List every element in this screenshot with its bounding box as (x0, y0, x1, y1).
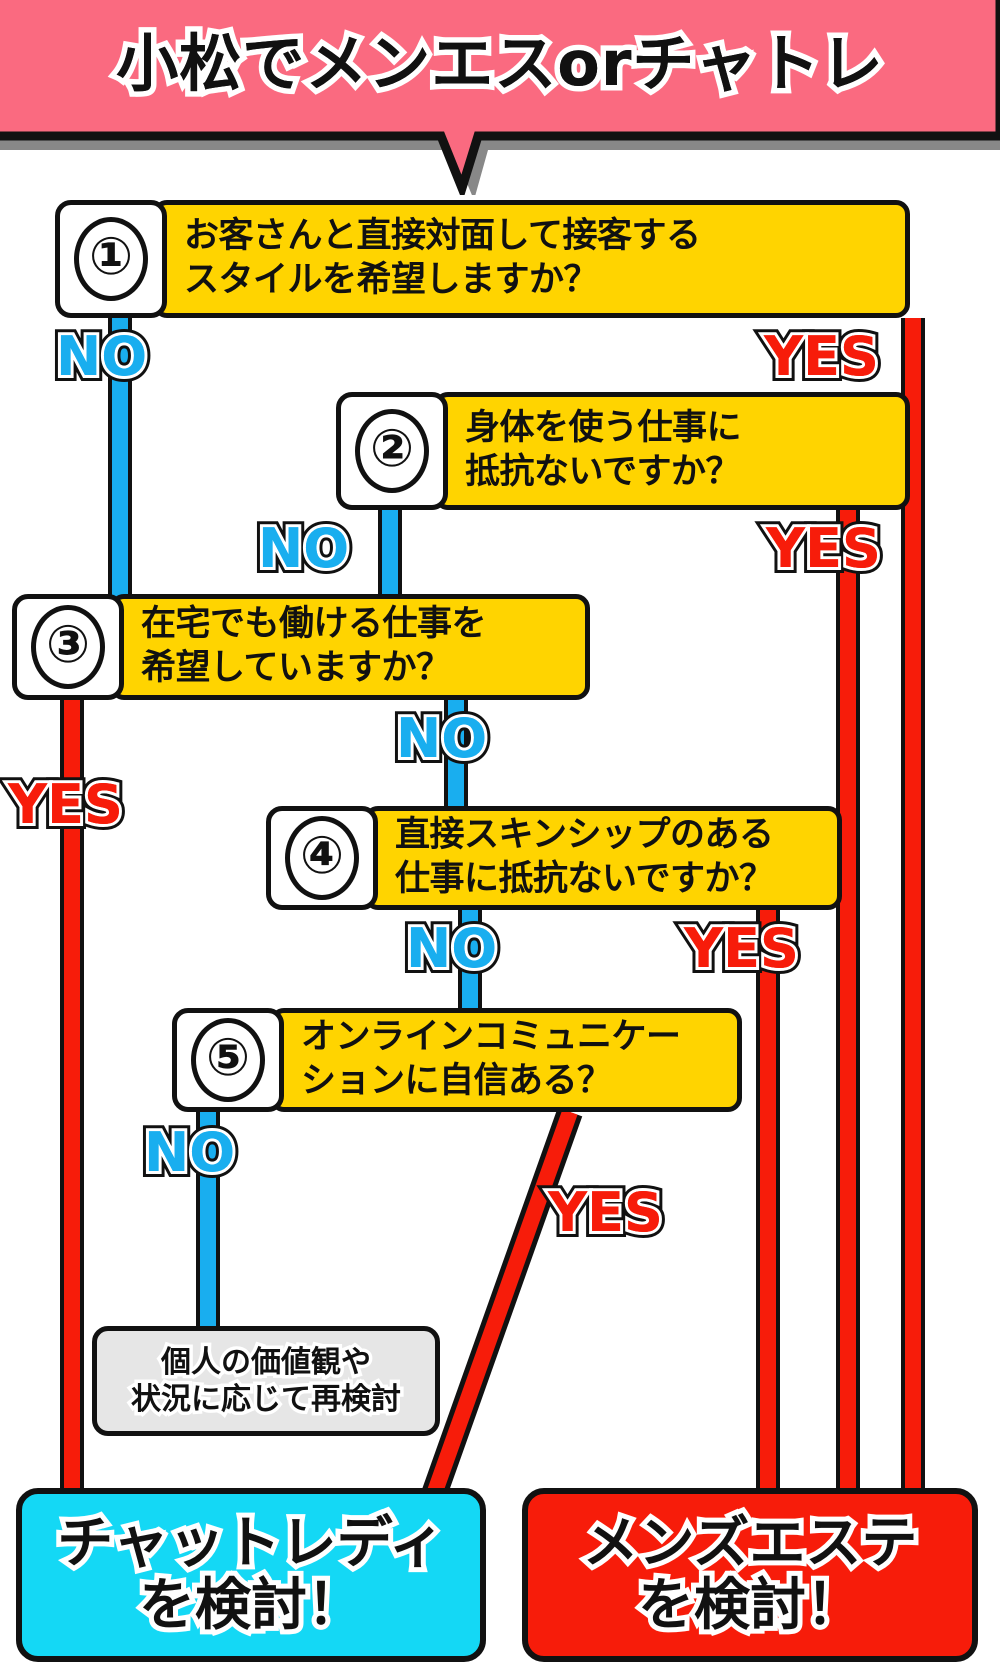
question-2-line-1: 身体を使う仕事に (465, 407, 742, 448)
question-5-text: オンラインコミュニケー ションに自信ある？ (270, 1008, 742, 1112)
header-speech-bubble: 小松でメンエスorチャトレ 小松でメンエスorチャトレ (0, 0, 1000, 195)
question-3-line-2: 希望していますか？ (141, 648, 451, 688)
reconsider-note: 個人の価値観や 状況に応じて再検討 (92, 1326, 440, 1436)
label-q5-no: NO NO NO (138, 1120, 241, 1186)
page-title: 小松でメンエスorチャトレ (116, 27, 884, 100)
result-chat-lady-line-2: を検討！ (134, 1570, 368, 1641)
label-q3-yes: YES YES YES (2, 772, 129, 838)
question-2-line-2: 抵抗ないですか？ (465, 452, 740, 492)
question-2-number: ② (355, 409, 429, 493)
label-q5-yes: YES YES YES (542, 1180, 669, 1246)
question-1-line-2: スタイルを希望しますか？ (184, 260, 599, 300)
question-5-line-1: オンラインコミュニケー (301, 1016, 681, 1057)
question-5-line-2: ションに自信ある？ (301, 1061, 612, 1101)
question-4[interactable]: ④ 直接スキンシップのある 仕事に抵抗ないですか？ (266, 806, 842, 910)
question-3-text: 在宅でも働ける仕事を 希望していますか？ (110, 594, 590, 700)
label-q2-no: NO NO NO (252, 516, 355, 582)
question-3-number-badge: ③ (12, 594, 124, 700)
label-q3-no: NO NO NO (390, 706, 493, 772)
question-3-line-1: 在宅でも働ける仕事を (141, 603, 487, 644)
label-q1-yes: YES YES YES (758, 324, 885, 390)
line-q2-yes (836, 510, 860, 1500)
question-3-number: ③ (31, 605, 105, 689)
label-q4-no: NO NO NO (400, 916, 503, 982)
label-q4-yes: YES YES YES (678, 916, 805, 982)
question-4-line-1: 直接スキンシップのある (395, 814, 774, 855)
question-1-number-badge: ① (55, 200, 167, 318)
question-2-number-badge: ② (336, 392, 448, 510)
question-1[interactable]: ① お客さんと直接対面して接客する スタイルを希望しますか？ (55, 200, 910, 318)
result-mens-este-line-1: メンズエステ (578, 1508, 923, 1579)
question-1-text: お客さんと直接対面して接客する スタイルを希望しますか？ (153, 200, 910, 318)
question-2-text: 身体を使う仕事に 抵抗ないですか？ (434, 392, 910, 510)
question-3[interactable]: ③ 在宅でも働ける仕事を 希望していますか？ (12, 594, 590, 700)
result-mens-este-line-2: を検討！ (633, 1570, 867, 1641)
question-5[interactable]: ⑤ オンラインコミュニケー ションに自信ある？ (172, 1008, 742, 1112)
reconsider-note-line-1: 個人の価値観や (158, 1341, 375, 1383)
question-1-line-1: お客さんと直接対面して接客する (184, 215, 701, 256)
label-q1-no: NO NO NO (50, 324, 153, 390)
flowchart-page: 小松でメンエスorチャトレ 小松でメンエスorチャトレ ① お客さんと直接対面し… (0, 0, 1000, 1680)
reconsider-note-line-2: 状況に応じて再検討 (128, 1379, 405, 1421)
question-4-number: ④ (285, 816, 359, 900)
line-q4-yes (756, 908, 780, 1500)
question-4-text: 直接スキンシップのある 仕事に抵抗ないですか？ (364, 806, 842, 910)
question-5-number-badge: ⑤ (172, 1008, 284, 1112)
question-4-line-2: 仕事に抵抗ないですか？ (395, 859, 774, 899)
result-mens-este[interactable]: メンズエステ を検討！ (522, 1488, 978, 1662)
question-2[interactable]: ② 身体を使う仕事に 抵抗ないですか？ (336, 392, 910, 510)
label-q2-yes: YES YES YES (760, 516, 887, 582)
result-chat-lady[interactable]: チャットレディ を検討！ (16, 1488, 486, 1662)
question-5-number: ⑤ (191, 1018, 265, 1102)
line-q5-yes (419, 1107, 583, 1505)
result-chat-lady-line-1: チャットレディ (52, 1508, 450, 1579)
question-1-number: ① (74, 217, 148, 301)
question-4-number-badge: ④ (266, 806, 378, 910)
